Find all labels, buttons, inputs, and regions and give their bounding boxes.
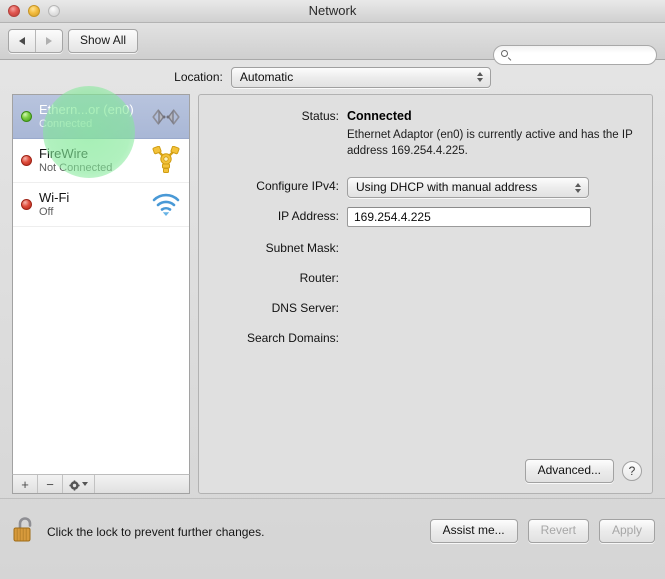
- status-indicator-red-icon: [21, 199, 32, 210]
- network-form: Status: Connected Ethernet Adaptor (en0)…: [199, 107, 652, 356]
- add-interface-button[interactable]: +: [13, 475, 38, 493]
- network-preferences-window: Network Show All Location: Automatic Eth…: [0, 0, 665, 579]
- ip-address-row: IP Address: 169.254.4.225: [199, 207, 652, 228]
- sidebar-toolbar-spacer: [95, 475, 189, 493]
- subnet-mask-row: Subnet Mask:: [199, 239, 652, 257]
- main-content: Ethern...or (en0) Connected FireWire Not…: [0, 86, 665, 498]
- dns-server-label: DNS Server:: [271, 301, 339, 316]
- location-selected-value: Automatic: [239, 69, 294, 84]
- panel-action-buttons: Advanced... ?: [524, 459, 642, 483]
- sidebar-toolbar: + −: [12, 474, 190, 494]
- help-button[interactable]: ?: [622, 461, 642, 481]
- location-label: Location:: [174, 70, 223, 84]
- triangle-right-icon: [46, 37, 52, 45]
- interface-name: Ethern...or (en0): [39, 102, 134, 117]
- apply-button: Apply: [598, 519, 655, 543]
- interface-status: Not Connected: [39, 161, 113, 174]
- status-description: Ethernet Adaptor (en0) is currently acti…: [347, 129, 633, 157]
- interface-details-panel: Status: Connected Ethernet Adaptor (en0)…: [198, 94, 653, 494]
- ip-address-label: IP Address:: [277, 209, 339, 224]
- search-domains-row: Search Domains:: [199, 329, 652, 347]
- sidebar-item-ethernet[interactable]: Ethern...or (en0) Connected: [13, 95, 189, 139]
- status-value: Connected: [347, 109, 412, 123]
- window-title: Network: [308, 3, 357, 18]
- navigation-buttons: [8, 29, 63, 53]
- interface-name: FireWire: [39, 146, 89, 161]
- unlocked-padlock-icon[interactable]: [12, 515, 38, 548]
- assist-me-button[interactable]: Assist me...: [429, 519, 518, 543]
- configure-ipv4-dropdown[interactable]: Using DHCP with manual address: [347, 177, 589, 199]
- ip-address-input[interactable]: 169.254.4.225: [347, 207, 591, 228]
- location-row: Location: Automatic: [0, 60, 665, 94]
- interface-name: Wi-Fi: [39, 190, 70, 205]
- search-icon: [501, 49, 512, 61]
- configure-ipv4-row: Configure IPv4: Using DHCP with manual a…: [199, 177, 652, 199]
- window-toolbar: Show All: [0, 23, 665, 65]
- router-row: Router:: [199, 269, 652, 287]
- configure-ipv4-label: Configure IPv4:: [256, 179, 339, 194]
- dns-server-row: DNS Server:: [199, 299, 652, 317]
- remove-interface-button[interactable]: −: [38, 475, 63, 493]
- triangle-left-icon: [19, 37, 25, 45]
- stepper-arrows-icon: [575, 182, 581, 193]
- firewire-icon: [149, 144, 183, 178]
- ethernet-icon: [149, 100, 183, 134]
- footer-buttons: Assist me... Revert Apply: [429, 519, 655, 543]
- search-domains-label: Search Domains:: [246, 331, 339, 346]
- location-dropdown[interactable]: Automatic: [230, 66, 491, 88]
- window-footer: Click the lock to prevent further change…: [0, 498, 665, 561]
- chevron-down-icon: [82, 482, 88, 486]
- gear-icon: [69, 479, 80, 491]
- sidebar-item-firewire[interactable]: FireWire Not Connected: [13, 139, 189, 183]
- status-indicator-green-icon: [21, 111, 32, 122]
- status-label: Status:: [301, 109, 339, 123]
- interface-status: Connected: [39, 117, 93, 130]
- back-button[interactable]: [9, 30, 35, 52]
- lock-instruction-text: Click the lock to prevent further change…: [47, 524, 265, 539]
- revert-button: Revert: [527, 519, 589, 543]
- interface-sidebar: Ethern...or (en0) Connected FireWire Not…: [12, 94, 190, 494]
- window-titlebar: Network: [0, 0, 665, 23]
- status-indicator-red-icon: [21, 155, 32, 166]
- wifi-icon: [149, 188, 183, 222]
- router-label: Router:: [299, 271, 339, 286]
- subnet-mask-label: Subnet Mask:: [265, 241, 339, 256]
- interface-actions-button[interactable]: [63, 475, 95, 493]
- interface-status: Off: [39, 205, 54, 218]
- advanced-button[interactable]: Advanced...: [524, 459, 614, 483]
- show-all-button[interactable]: Show All: [68, 29, 139, 53]
- interface-list: Ethern...or (en0) Connected FireWire Not…: [12, 94, 190, 474]
- lock-area: Click the lock to prevent further change…: [12, 515, 264, 548]
- status-row: Status: Connected Ethernet Adaptor (en0)…: [199, 107, 652, 159]
- configure-ipv4-selected-value: Using DHCP with manual address: [356, 180, 538, 195]
- sidebar-item-wifi[interactable]: Wi-Fi Off: [13, 183, 189, 227]
- stepper-arrows-icon: [476, 72, 483, 82]
- forward-button: [35, 30, 62, 52]
